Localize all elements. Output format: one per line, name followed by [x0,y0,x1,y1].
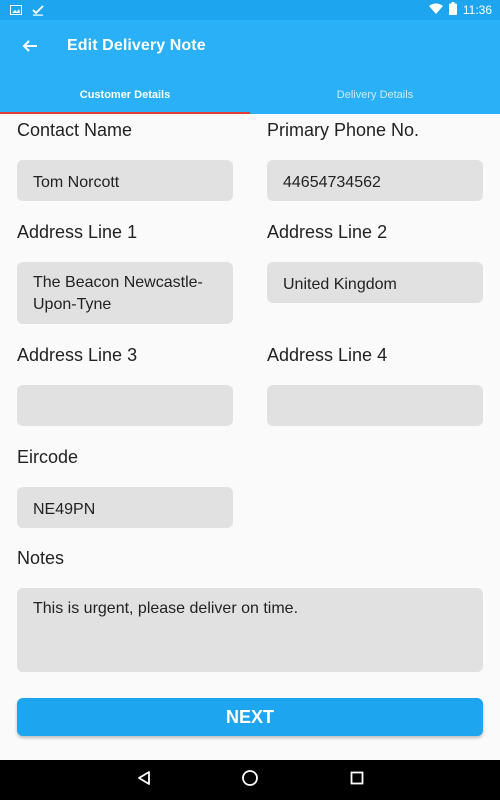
arrow-back-icon [22,38,38,59]
status-time: 11:36 [462,3,492,17]
tab-delivery-details[interactable]: Delivery Details [250,76,500,114]
address-line-3-label: Address Line 3 [17,345,138,365]
home-circle-icon [241,769,259,792]
wifi-icon [428,3,443,18]
eircode-field[interactable]: NE49PN [17,487,233,528]
recents-square-icon [350,771,364,790]
tab-bar: Customer Details Delivery Details [0,76,500,114]
back-triangle-icon [136,770,152,791]
system-nav-bar [0,760,500,800]
eircode-label: Eircode [17,447,79,467]
page-title: Edit Delivery Note [67,37,206,54]
status-bar: 11:36 [0,0,500,20]
primary-phone-field[interactable]: 44654734562 [267,160,483,201]
notes-label: Notes [17,548,65,568]
nav-back-button[interactable] [134,770,154,790]
address-line-1-label: Address Line 1 [17,222,138,242]
address-line-4-field[interactable] [267,385,483,426]
back-button[interactable] [18,36,42,60]
contact-name-label: Contact Name [17,120,133,140]
app-bar: Edit Delivery Note [0,20,500,76]
tab-customer-details[interactable]: Customer Details [0,76,250,114]
contact-name-field[interactable]: Tom Norcott [17,160,233,201]
status-left-icons [10,3,44,21]
next-button[interactable]: NEXT [17,698,483,736]
form-content: Contact Name Tom Norcott Primary Phone N… [0,114,500,760]
primary-phone-label: Primary Phone No. [267,120,420,140]
address-line-2-label: Address Line 2 [267,222,388,242]
battery-icon [448,2,457,18]
address-line-1-field[interactable]: The Beacon Newcastle-Upon-Tyne [17,262,233,324]
notes-field[interactable]: This is urgent, please deliver on time. [17,588,483,672]
check-icon [32,3,44,21]
address-line-4-label: Address Line 4 [267,345,388,365]
nav-recents-button[interactable] [347,770,367,790]
status-right: 11:36 [428,2,492,18]
address-line-3-field[interactable] [17,385,233,426]
address-line-2-field[interactable]: United Kingdom [267,262,483,303]
image-icon [10,3,22,21]
nav-home-button[interactable] [240,769,260,792]
